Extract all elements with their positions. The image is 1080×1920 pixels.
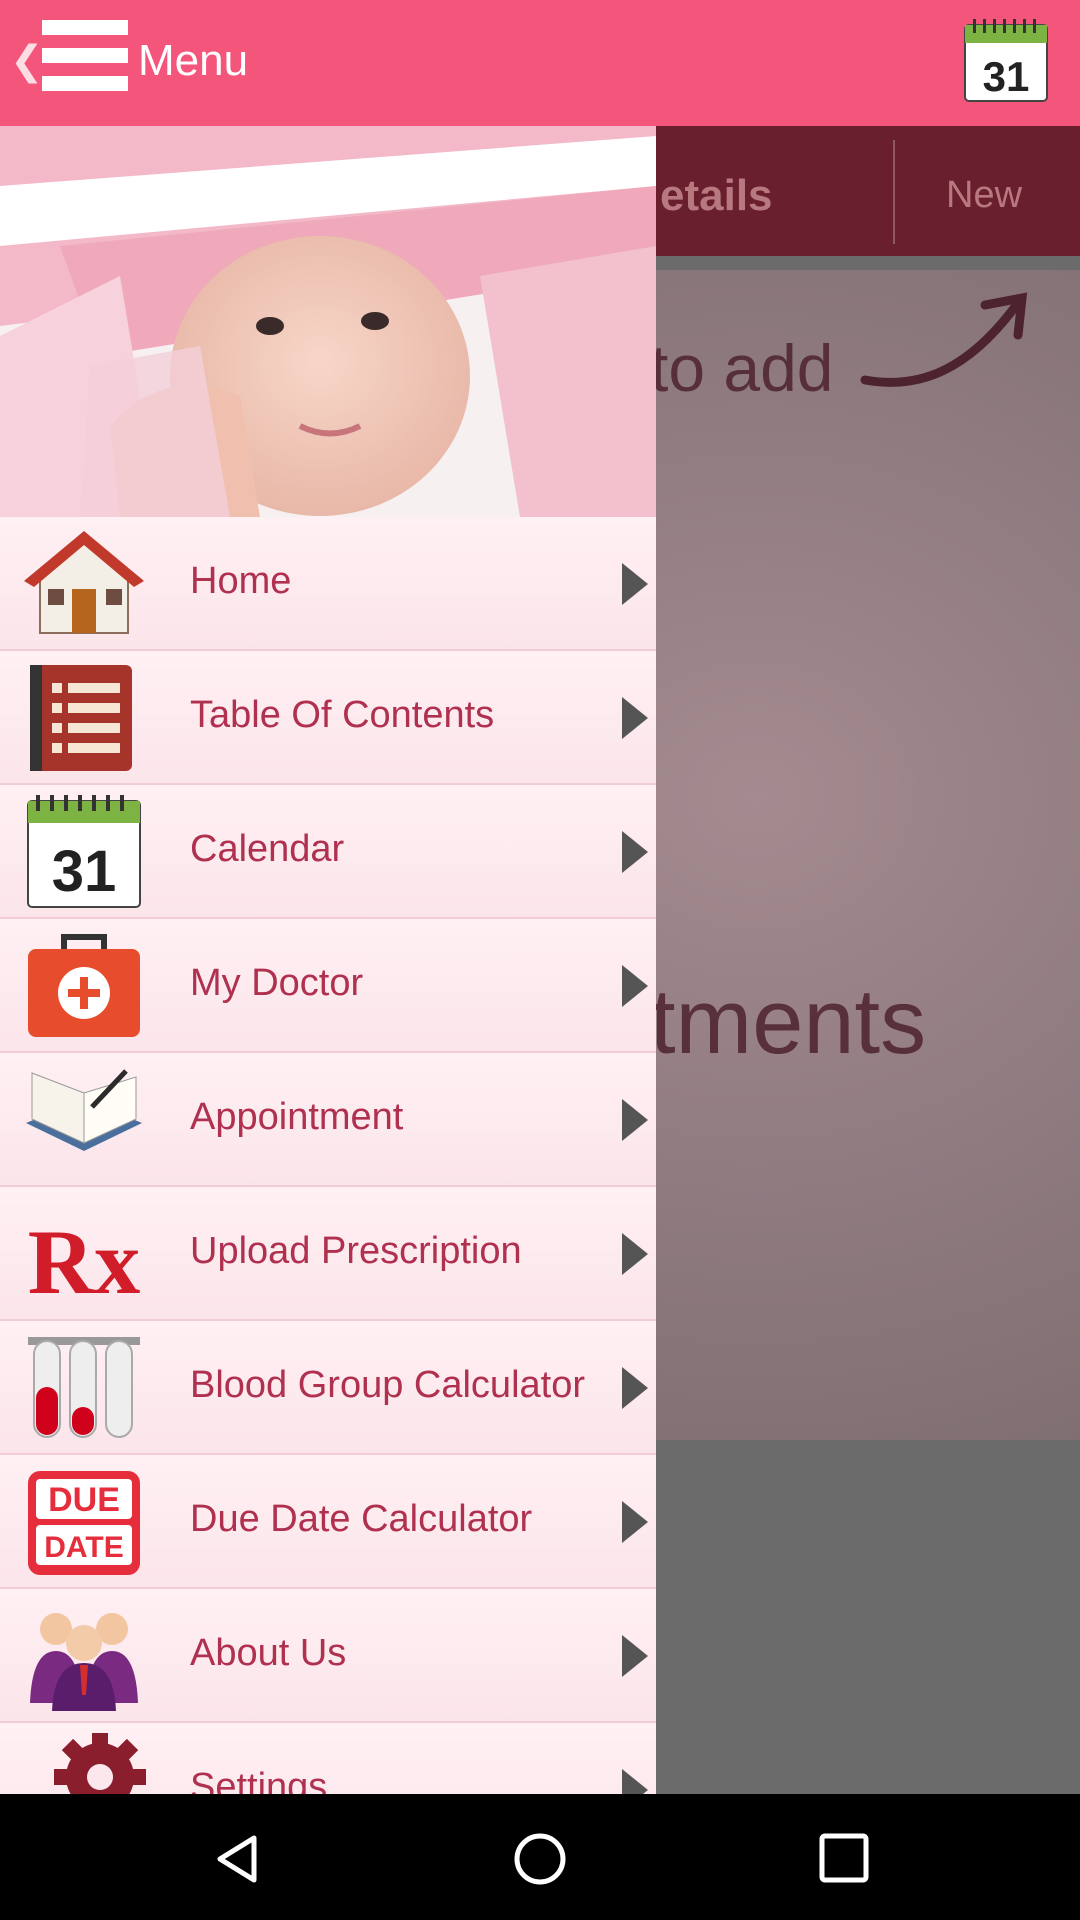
calendar-icon: 31 <box>27 795 141 908</box>
menu-item-table-of-contents[interactable]: Table Of Contents <box>0 651 656 785</box>
menu-item-label: Due Date Calculator <box>190 1498 533 1540</box>
rx-icon: Rx <box>28 1211 140 1311</box>
svg-text:DUE: DUE <box>48 1481 120 1519</box>
chevron-right-icon <box>622 965 648 1007</box>
chevron-right-icon <box>622 1501 648 1543</box>
app-bar: ❮ Menu 31 <box>0 0 1080 126</box>
menu-item-label: Appointment <box>190 1096 404 1138</box>
menu-item-label: Calendar <box>190 828 345 870</box>
back-icon[interactable] <box>210 1832 264 1886</box>
menu-item-upload-prescription[interactable]: Rx Upload Prescription <box>0 1187 656 1321</box>
chevron-right-icon <box>622 563 648 605</box>
chevron-right-icon <box>622 1635 648 1677</box>
tab-new[interactable]: New <box>946 174 1022 217</box>
chevron-right-icon <box>622 831 648 873</box>
open-book-icon <box>26 1069 142 1151</box>
menu-item-about-us[interactable]: About Us <box>0 1589 656 1723</box>
notebook-icon <box>30 665 132 771</box>
menu-item-label: About Us <box>190 1632 347 1674</box>
menu-item-label: Home <box>190 560 292 602</box>
menu-item-blood-group-calculator[interactable]: Blood Group Calculator <box>0 1321 656 1455</box>
navigation-drawer: Home Table Of Contents 31 Calendar My Do… <box>0 126 656 1794</box>
chevron-right-icon <box>622 1099 648 1141</box>
background-hint-bottom: tments <box>650 971 927 1073</box>
tab-divider <box>893 140 895 244</box>
menu-item-label: My Doctor <box>190 962 364 1004</box>
menu-item-label: Settings <box>190 1766 328 1794</box>
chevron-right-icon <box>622 1769 648 1794</box>
menu-item-label: Table Of Contents <box>190 694 495 736</box>
back-chevron-icon[interactable]: ❮ <box>10 38 44 84</box>
chevron-right-icon <box>622 697 648 739</box>
due-date-icon: DUE DATE <box>28 1471 140 1575</box>
svg-text:DATE: DATE <box>44 1531 123 1564</box>
medical-kit-icon <box>28 934 140 1037</box>
menu-item-my-doctor[interactable]: My Doctor <box>0 919 656 1053</box>
menu-title: Menu <box>138 36 249 85</box>
chevron-right-icon <box>622 1233 648 1275</box>
gear-icon <box>54 1733 146 1794</box>
recents-icon[interactable] <box>817 1832 871 1886</box>
house-icon <box>24 531 144 634</box>
chevron-right-icon <box>622 1367 648 1409</box>
menu-item-settings[interactable]: Settings <box>0 1723 656 1794</box>
drawer-menu-list: Home Table Of Contents 31 Calendar My Do… <box>0 517 656 1794</box>
home-circle-icon[interactable] <box>511 1832 569 1890</box>
svg-text:31: 31 <box>52 839 117 904</box>
menu-item-home[interactable]: Home <box>0 517 656 651</box>
menu-item-label: Blood Group Calculator <box>190 1364 585 1406</box>
arrow-icon <box>860 292 1028 387</box>
background-hint-top: to add <box>650 331 834 405</box>
menu-item-calendar[interactable]: 31 Calendar <box>0 785 656 919</box>
menu-item-label: Upload Prescription <box>190 1230 522 1272</box>
calendar-icon[interactable]: 31 <box>963 19 1049 103</box>
menu-item-appointment[interactable]: Appointment <box>0 1053 656 1187</box>
svg-text:Rx: Rx <box>28 1211 140 1311</box>
menu-item-due-date-calculator[interactable]: DUE DATE Due Date Calculator <box>0 1455 656 1589</box>
people-icon <box>30 1613 138 1711</box>
svg-text:31: 31 <box>983 53 1030 100</box>
baby-header-image <box>0 126 656 517</box>
menu-icon[interactable] <box>42 20 128 104</box>
system-nav-bar <box>0 1794 1080 1920</box>
tab-details[interactable]: etails <box>660 171 773 221</box>
test-tubes-icon <box>28 1337 140 1438</box>
